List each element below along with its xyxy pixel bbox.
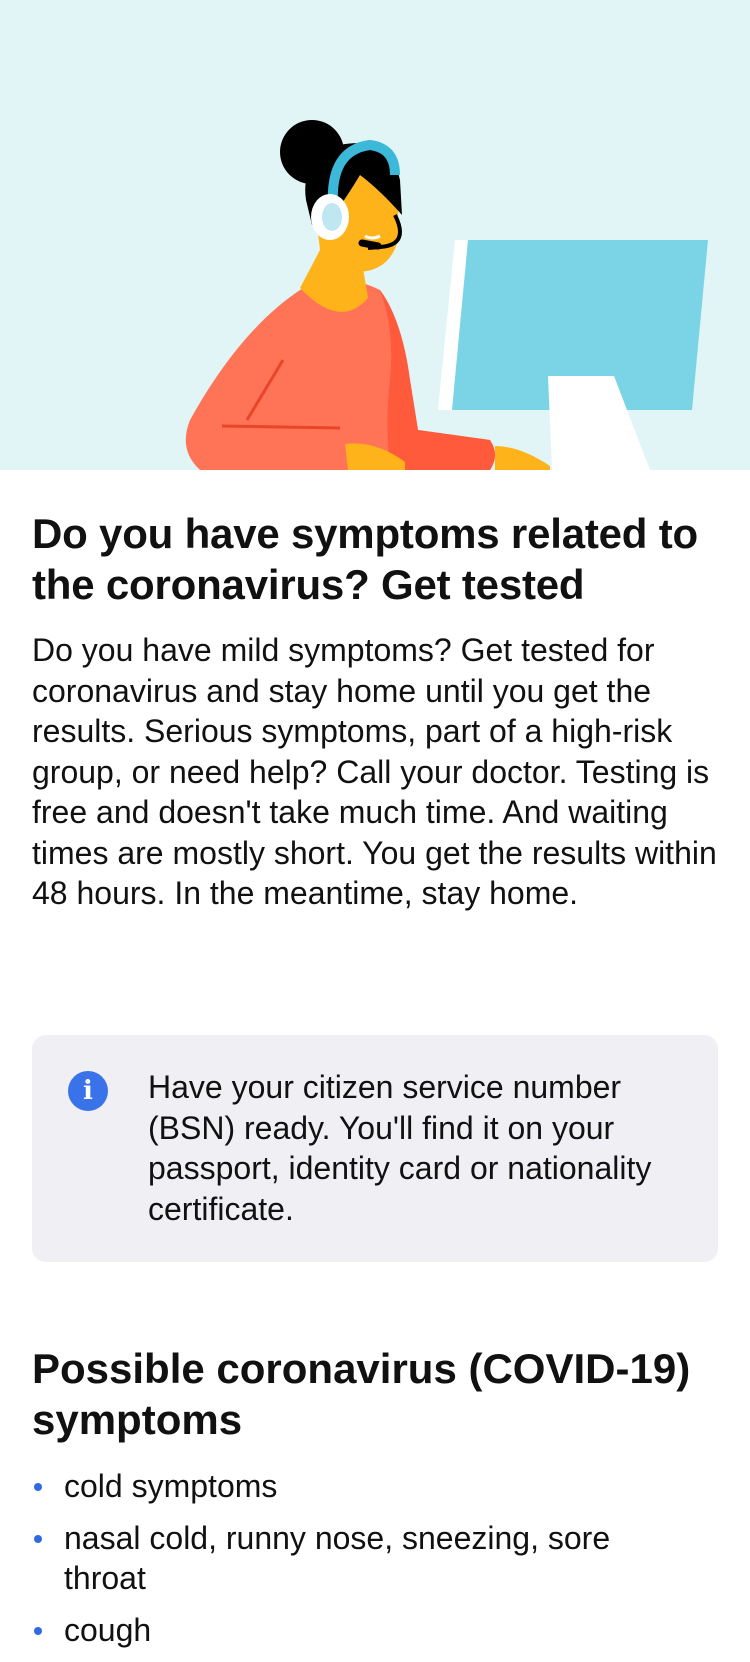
- info-callout-text: Have your citizen service number (BSN) r…: [148, 1069, 652, 1227]
- bullet-icon: [34, 1627, 42, 1635]
- symptoms-heading: Possible coronavirus (COVID-19) symptoms: [32, 1345, 691, 1443]
- list-item-text: cold symptoms: [64, 1468, 278, 1504]
- list-item: nasal cold, runny nose, sneezing, sore t…: [32, 1518, 624, 1598]
- page-title: Do you have symptoms related to the coro…: [32, 510, 698, 608]
- info-callout: i Have your citizen service number (BSN)…: [32, 1035, 718, 1262]
- list-item-text: cough: [64, 1612, 152, 1648]
- info-icon: i: [68, 1071, 108, 1111]
- list-item: cold symptoms: [32, 1466, 624, 1506]
- support-agent-illustration: [185, 120, 708, 470]
- list-item-text: nasal cold, runny nose, sneezing, sore t…: [64, 1520, 611, 1596]
- bullet-icon: [34, 1535, 42, 1543]
- agent-head: [280, 120, 402, 272]
- list-item: cough: [32, 1610, 624, 1650]
- hero-illustration: [0, 0, 750, 470]
- symptoms-list: cold symptoms nasal cold, runny nose, sn…: [32, 1466, 722, 1662]
- bullet-icon: [34, 1483, 42, 1491]
- intro-paragraph: Do you have mild symptoms? Get tested fo…: [32, 632, 717, 911]
- computer-monitor: [438, 240, 708, 470]
